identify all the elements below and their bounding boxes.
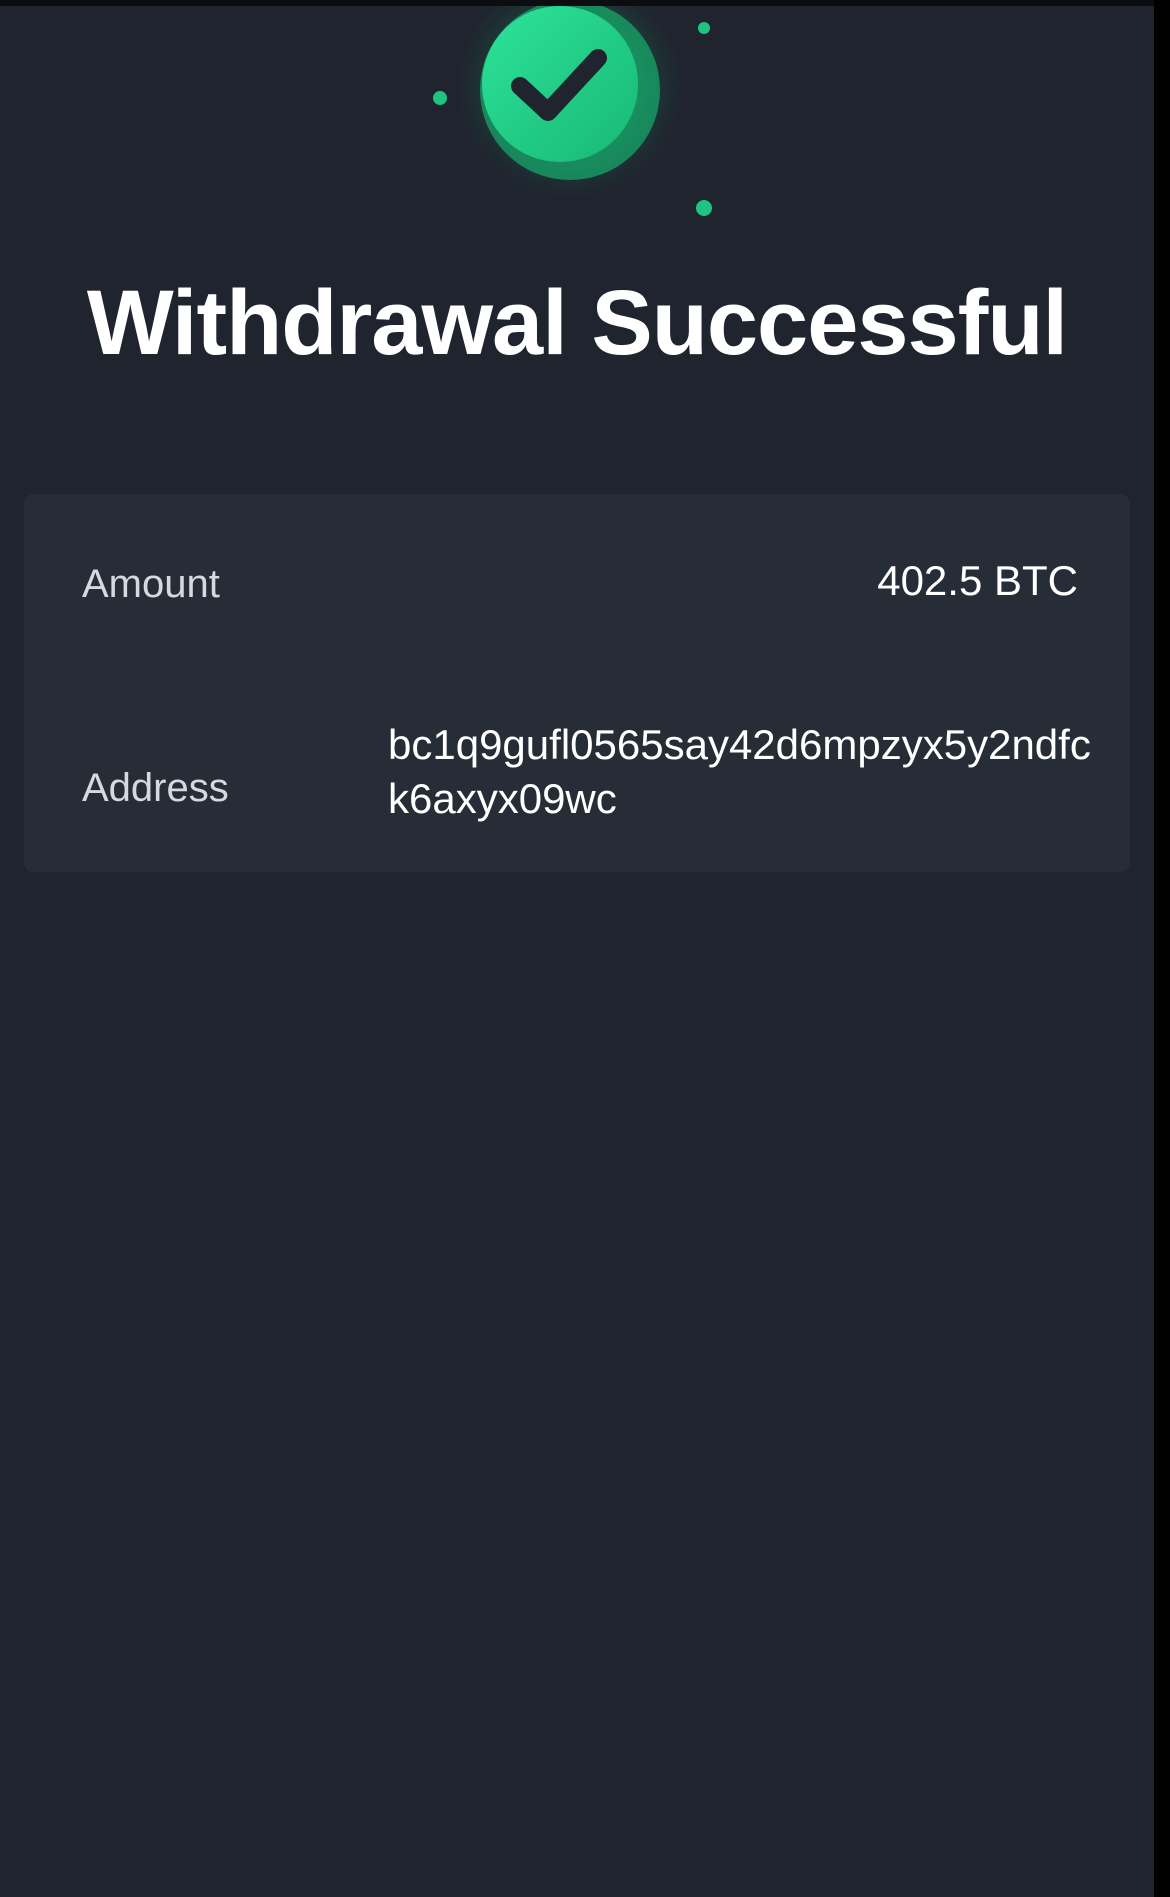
success-check-icon xyxy=(420,6,730,226)
amount-value: 402.5 BTC xyxy=(877,557,1078,604)
right-screen-edge xyxy=(1154,0,1170,1897)
amount-label: Amount xyxy=(82,562,220,606)
address-value[interactable]: bc1q9gufl0565say42d6mpzyx5y2ndfck6axyx09… xyxy=(388,718,1108,826)
withdrawal-success-screen: Withdrawal Successful Amount 402.5 BTC A… xyxy=(0,6,1154,1897)
page-title: Withdrawal Successful xyxy=(86,272,1068,374)
withdrawal-details-card: Amount 402.5 BTC Address bc1q9gufl0565sa… xyxy=(24,494,1130,872)
address-label: Address xyxy=(82,766,229,810)
